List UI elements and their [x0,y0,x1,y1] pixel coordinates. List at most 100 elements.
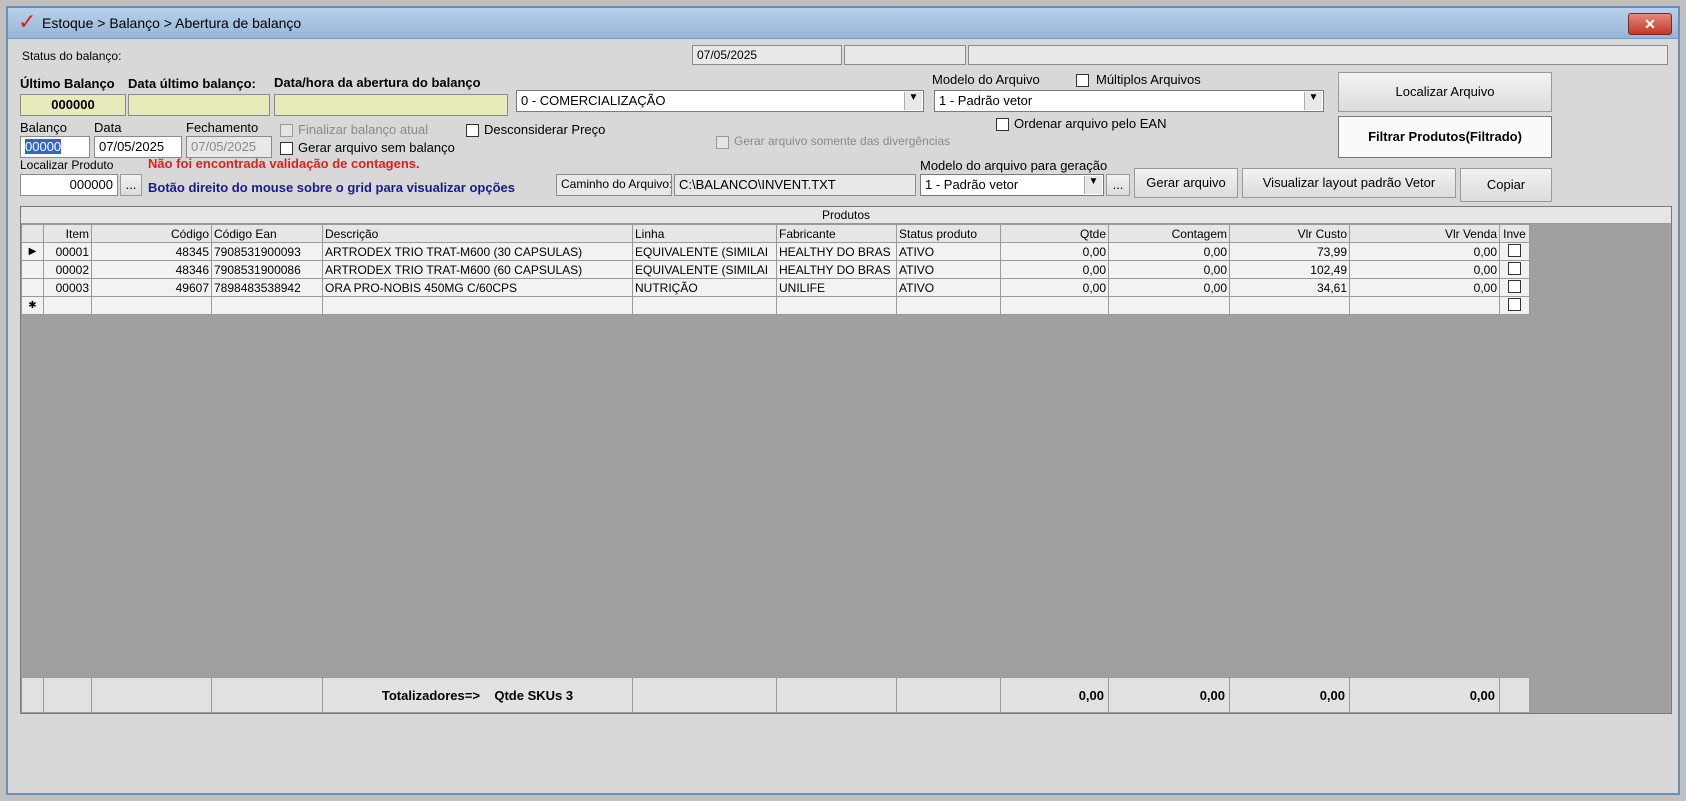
cell-venda[interactable]: 0,00 [1349,242,1500,261]
gerar-arquivo-button[interactable]: Gerar arquivo [1134,168,1238,198]
table-row[interactable]: 00003 49607 7898483538942 ORA PRO-NOBIS … [21,278,1530,297]
cell-item[interactable]: 00001 [43,242,92,261]
cell-item[interactable]: 00002 [43,260,92,279]
balanco-input[interactable]: 00000 [20,136,90,158]
col-qtde[interactable]: Qtde [1000,224,1109,243]
cell-inve[interactable] [1499,278,1530,297]
filtrar-produtos-button[interactable]: Filtrar Produtos(Filtrado) [1338,116,1552,158]
ordenar-ean-checkbox[interactable] [996,118,1009,131]
gerar-sem-checkbox[interactable] [280,142,293,155]
col-inve[interactable]: Inve [1499,224,1530,243]
inve-checkbox[interactable] [1508,261,1521,275]
col-item[interactable]: Item [43,224,92,243]
modelo-geracao-dots-button[interactable]: ... [1106,174,1130,196]
main-window: ✓ Estoque > Balanço > Abertura de balanç… [6,6,1680,795]
new-row[interactable]: ✱ [21,296,1530,315]
copiar-button[interactable]: Copiar [1460,168,1552,202]
totals-row: Totalizadores=> Qtde SKUs 3 0,00 0,00 0,… [21,677,1530,713]
totals-empty [896,677,1001,713]
cell-venda[interactable]: 0,00 [1349,260,1500,279]
data-input[interactable]: 07/05/2025 [94,136,182,158]
inve-checkbox[interactable] [1508,279,1521,293]
chevron-down-icon: ▼ [1084,176,1102,194]
new-cell[interactable] [632,296,777,315]
cell-contagem[interactable]: 0,00 [1108,260,1230,279]
col-vlr-custo[interactable]: Vlr Custo [1229,224,1350,243]
modelo-geracao-select[interactable]: 1 - Padrão vetor ▼ [920,174,1104,196]
new-cell[interactable] [1108,296,1230,315]
cell-contagem[interactable]: 0,00 [1108,242,1230,261]
visualizar-layout-button[interactable]: Visualizar layout padrão Vetor [1242,168,1456,198]
cell-linha[interactable]: EQUIVALENTE (SIMILAI [632,260,777,279]
cell-linha[interactable]: EQUIVALENTE (SIMILAI [632,242,777,261]
cell-venda[interactable]: 0,00 [1349,278,1500,297]
cell-status[interactable]: ATIVO [896,278,1001,297]
desconsiderar-checkbox[interactable] [466,124,479,137]
cell-qtde[interactable]: 0,00 [1000,242,1109,261]
cell-fabricante[interactable]: HEALTHY DO BRAS [776,260,897,279]
cell-fabricante[interactable]: HEALTHY DO BRAS [776,242,897,261]
col-descricao[interactable]: Descrição [322,224,633,243]
tipo-select-value: 0 - COMERCIALIZAÇÃO [521,93,666,108]
cell-inve[interactable] [1499,242,1530,261]
new-cell[interactable] [211,296,323,315]
inve-checkbox[interactable] [1508,243,1521,257]
cell-inve[interactable] [1499,260,1530,279]
cell-linha[interactable]: NUTRIÇÃO [632,278,777,297]
cell-fabricante[interactable]: UNILIFE [776,278,897,297]
table-row[interactable]: 00002 48346 7908531900086 ARTRODEX TRIO … [21,260,1530,279]
cell-qtde[interactable]: 0,00 [1000,260,1109,279]
cell-custo[interactable]: 73,99 [1229,242,1350,261]
cell-status[interactable]: ATIVO [896,260,1001,279]
col-contagem[interactable]: Contagem [1108,224,1230,243]
cell-custo[interactable]: 102,49 [1229,260,1350,279]
localizar-arquivo-button[interactable]: Localizar Arquivo [1338,72,1552,112]
new-cell[interactable] [776,296,897,315]
products-grid[interactable]: Produtos Item Código Código Ean Descriçã… [20,206,1672,714]
cell-custo[interactable]: 34,61 [1229,278,1350,297]
caminho-input[interactable]: C:\BALANCO\INVENT.TXT [674,174,916,196]
cell-item[interactable]: 00003 [43,278,92,297]
col-linha[interactable]: Linha [632,224,777,243]
col-codigo-ean[interactable]: Código Ean [211,224,323,243]
cell-status[interactable]: ATIVO [896,242,1001,261]
table-row[interactable]: ▶ 00001 48345 7908531900093 ARTRODEX TRI… [21,242,1530,261]
cell-codigo[interactable]: 48345 [91,242,212,261]
new-cell[interactable] [43,296,92,315]
row-selector[interactable] [21,278,44,297]
cell-ean[interactable]: 7908531900093 [211,242,323,261]
desconsiderar-label: Desconsiderar Preço [484,122,606,137]
new-cell[interactable] [896,296,1001,315]
col-fabricante[interactable]: Fabricante [776,224,897,243]
title-bar: ✓ Estoque > Balanço > Abertura de balanç… [8,8,1678,39]
col-vlr-venda[interactable]: Vlr Venda [1349,224,1500,243]
new-cell[interactable] [1000,296,1109,315]
modelo-arquivo-select[interactable]: 1 - Padrão vetor ▼ [934,90,1324,112]
col-codigo[interactable]: Código [91,224,212,243]
new-cell[interactable] [1349,296,1500,315]
cell-codigo[interactable]: 48346 [91,260,212,279]
cell-inve[interactable] [1499,296,1530,315]
new-cell[interactable] [91,296,212,315]
localizar-produto-input[interactable]: 000000 [20,174,118,196]
cell-qtde[interactable]: 0,00 [1000,278,1109,297]
multiplos-label: Múltiplos Arquivos [1096,72,1201,87]
new-cell[interactable] [322,296,633,315]
cell-descricao[interactable]: ORA PRO-NOBIS 450MG C/60CPS [322,278,633,297]
cell-ean[interactable]: 7898483538942 [211,278,323,297]
localizar-produto-dots-button[interactable]: ... [120,174,142,196]
tipo-select[interactable]: 0 - COMERCIALIZAÇÃO ▼ [516,90,924,112]
status-label: Status do balanço: [22,49,122,63]
cell-descricao[interactable]: ARTRODEX TRIO TRAT-M600 (30 CAPSULAS) [322,242,633,261]
col-status-produto[interactable]: Status produto [896,224,1001,243]
close-button[interactable]: ✕ [1628,13,1672,35]
cell-ean[interactable]: 7908531900086 [211,260,323,279]
cell-contagem[interactable]: 0,00 [1108,278,1230,297]
data-abertura-value [274,94,508,116]
cell-codigo[interactable]: 49607 [91,278,212,297]
inve-checkbox[interactable] [1508,297,1521,311]
multiplos-checkbox[interactable] [1076,74,1089,87]
new-cell[interactable] [1229,296,1350,315]
row-selector[interactable] [21,260,44,279]
cell-descricao[interactable]: ARTRODEX TRIO TRAT-M600 (60 CAPSULAS) [322,260,633,279]
